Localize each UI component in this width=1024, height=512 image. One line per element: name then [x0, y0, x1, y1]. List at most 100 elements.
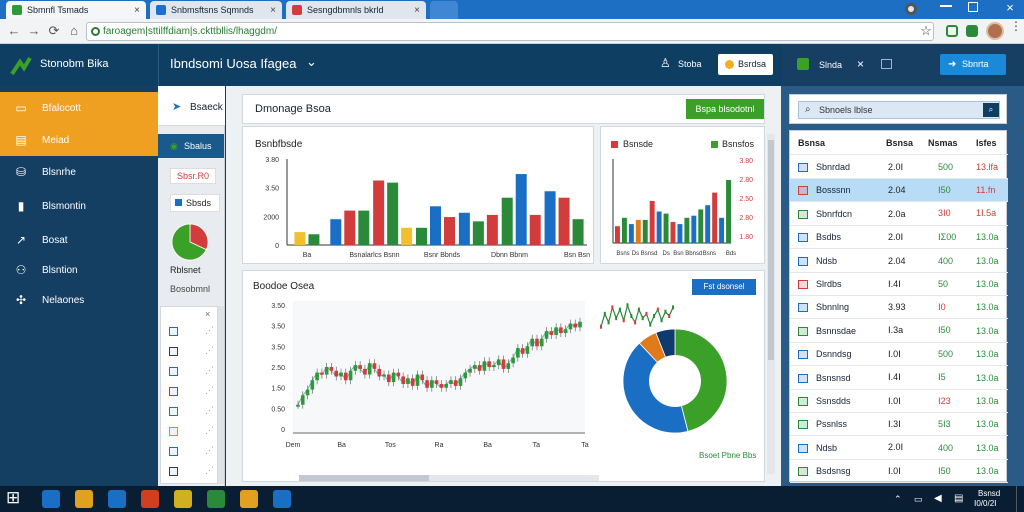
extension-icon[interactable] — [946, 25, 958, 37]
browser-tab-1[interactable]: Sbmnfl Tsmads × — [6, 1, 146, 19]
sidebar-item-4[interactable]: ↗ Bosat — [0, 224, 158, 256]
forward-icon[interactable]: → — [26, 23, 42, 39]
table-row[interactable]: Bosssnn 2.04 Ⅰ50 11.fn — [790, 179, 1008, 203]
taskbar-app-icon[interactable] — [273, 490, 291, 508]
taskbar-app-icon[interactable] — [240, 490, 258, 508]
right-header-button[interactable]: ➜ Sbnrta — [940, 54, 1006, 75]
menu-icon[interactable]: ⋰ — [205, 465, 214, 476]
window-close-icon[interactable]: × — [996, 0, 1024, 18]
column-header[interactable]: Bsnsa — [798, 138, 825, 148]
table-row[interactable]: Pssnlss Ⅰ.3Ⅰ 5Ⅰ3 13.0a — [790, 413, 1008, 437]
user-icon[interactable]: ♙ — [660, 56, 671, 70]
x-tick-label: Ra — [435, 442, 444, 449]
taskbar-app-icon[interactable] — [75, 490, 93, 508]
start-icon[interactable]: ⊞ — [6, 488, 20, 508]
table-row[interactable]: Bsnnsdae Ⅰ.3a Ⅰ50 13.0a — [790, 320, 1008, 343]
table-row[interactable]: Ndsb 2.0Ⅰ 400 13.0a — [790, 437, 1008, 460]
battery-icon[interactable]: ▤ — [954, 493, 963, 504]
grid-icon[interactable] — [881, 59, 892, 69]
bar — [558, 197, 570, 245]
taskbar-app-icon[interactable] — [108, 490, 126, 508]
sidebar-item-6[interactable]: ✣ Nelaones — [0, 284, 158, 316]
secondary-selected-item[interactable]: ◉ Sbalus — [158, 134, 224, 158]
sidebar-item-0[interactable]: ▭ Bfalocott — [0, 92, 158, 124]
menu-dots-icon[interactable]: ⋮ — [1010, 20, 1022, 38]
header-button[interactable]: Bsrdsa — [718, 54, 773, 75]
maximize-icon[interactable] — [968, 2, 978, 12]
primary-button[interactable]: Bspa blsodotnl — [686, 99, 764, 119]
close-icon[interactable]: × — [857, 57, 864, 71]
clock-time[interactable]: Bsnsd — [978, 489, 1000, 498]
close-icon[interactable]: × — [134, 5, 140, 16]
secondary-search[interactable]: ➤ Bsaeck — [158, 86, 225, 126]
extension-icon[interactable] — [966, 25, 978, 37]
bookmark-star-icon[interactable]: ☆ — [918, 23, 934, 39]
table-row[interactable]: Ndsb 2.04 400 13.0a — [790, 250, 1008, 273]
volume-icon[interactable]: ◀ — [934, 493, 942, 504]
sidebar-item-1[interactable]: ▤ Meiad — [0, 124, 158, 156]
table-row[interactable]: Bsdsnsg Ⅰ.0Ⅰ Ⅰ50 13.0a — [790, 460, 1008, 484]
table-row[interactable]: Slrdbs Ⅰ.4Ⅰ 50 13.0a — [790, 273, 1008, 296]
table-row[interactable]: Sbnrdad 2.0Ⅰ 500 13.lfa — [790, 156, 1008, 179]
secondary-filter[interactable]: Sbsds — [170, 194, 220, 212]
header-link[interactable]: Stoba — [678, 59, 702, 69]
back-icon[interactable]: ← — [6, 23, 22, 39]
table-row[interactable]: Ssnsdds Ⅰ.0Ⅰ Ⅰ23 13.0a — [790, 390, 1008, 413]
bar — [684, 217, 690, 243]
menu-icon[interactable]: ⋰ — [205, 405, 214, 416]
reload-icon[interactable]: ⟳ — [46, 23, 62, 39]
address-bar[interactable]: faroagem|sttilffdiam|s.ckttbllis/lhaggdm… — [86, 22, 934, 41]
table-row[interactable]: Sbnrfdcn 2.0a 3Ⅰ0 1Ⅰ.5a — [790, 203, 1008, 226]
table-cell: Bsnnsdae — [816, 325, 857, 336]
menu-icon[interactable]: ⋰ — [205, 445, 214, 456]
browser-tab-3[interactable]: Sesngdbmnls bkrld × — [286, 1, 426, 19]
sidebar-item-5[interactable]: ⚇ Blsntion — [0, 254, 158, 286]
clock-date[interactable]: Ⅰ0/0/2Ⅰ — [974, 499, 997, 508]
taskbar-app-icon[interactable] — [141, 490, 159, 508]
workspace-title[interactable]: Ibndsomi Uosa Ifagea — [170, 56, 296, 71]
taskbar-app-icon[interactable] — [174, 490, 192, 508]
scroll-thumb[interactable] — [768, 140, 774, 360]
bar — [677, 224, 683, 243]
vertical-scrollbar[interactable] — [767, 134, 775, 474]
menu-icon[interactable]: ⋰ — [205, 385, 214, 396]
avatar[interactable] — [986, 22, 1004, 40]
secondary-filter-label: Sbsds — [186, 198, 212, 208]
column-header[interactable]: Isfes — [976, 138, 997, 148]
chevron-down-icon[interactable]: ⌄ — [306, 54, 317, 70]
column-header[interactable]: Bsnsa — [886, 138, 913, 148]
table-row[interactable]: Bsnsnsd Ⅰ.4Ⅰ Ⅰ5 13.0a — [790, 367, 1008, 390]
horizontal-scrollbar[interactable] — [299, 475, 599, 481]
candle — [554, 327, 558, 335]
profile-icon[interactable] — [905, 3, 917, 15]
watchlist-search-input[interactable]: ⌕ Sbnoels lblse ⌕ — [798, 101, 1000, 119]
tray-icon[interactable]: ⌃ — [894, 494, 902, 505]
close-icon[interactable]: × — [414, 5, 420, 16]
table-row[interactable]: Dsnndsg Ⅰ.0Ⅰ 500 13.0a — [790, 343, 1008, 367]
table-row[interactable]: Bsdbs 2.0Ⅰ ⅠΣ00 13.0a — [790, 226, 1008, 250]
side-button[interactable]: Fst dsonsel — [692, 279, 756, 295]
browser-tab-2[interactable]: Snbmsftsns Sqmnds × — [150, 1, 282, 19]
minimize-icon[interactable] — [940, 5, 952, 7]
taskbar-app-icon[interactable] — [42, 490, 60, 508]
column-header[interactable]: Nsmas — [928, 138, 958, 148]
menu-icon[interactable]: ⋰ — [205, 425, 214, 436]
sidebar-item-3[interactable]: ▮ Blsmontin — [0, 190, 158, 222]
close-icon[interactable]: × — [205, 309, 210, 319]
scrollbar[interactable] — [218, 306, 224, 484]
search-button[interactable]: ⌕ — [983, 103, 999, 117]
home-icon[interactable]: ⌂ — [66, 23, 82, 39]
network-tray-icon[interactable]: ▭ — [914, 494, 923, 505]
mini-bar-panel: Bsnsde Bsnsfos 3.80 2.80 2.50 2.80 1.80 Bsns D… — [600, 126, 765, 264]
sidebar-item-2[interactable]: ⛁ Blsnrhe — [0, 156, 158, 188]
table-row[interactable]: Sbnnlng 3.93 Ⅰ0 13.0a — [790, 296, 1008, 320]
new-tab-button[interactable] — [430, 1, 458, 19]
scroll-thumb[interactable] — [299, 475, 429, 481]
close-icon[interactable]: × — [270, 5, 276, 16]
candle — [372, 363, 377, 369]
taskbar-app-icon[interactable] — [207, 490, 225, 508]
show-desktop[interactable] — [1016, 486, 1024, 512]
menu-icon[interactable]: ⋰ — [205, 365, 214, 376]
menu-icon[interactable]: ⋰ — [205, 345, 214, 356]
menu-icon[interactable]: ⋰ — [205, 325, 214, 336]
